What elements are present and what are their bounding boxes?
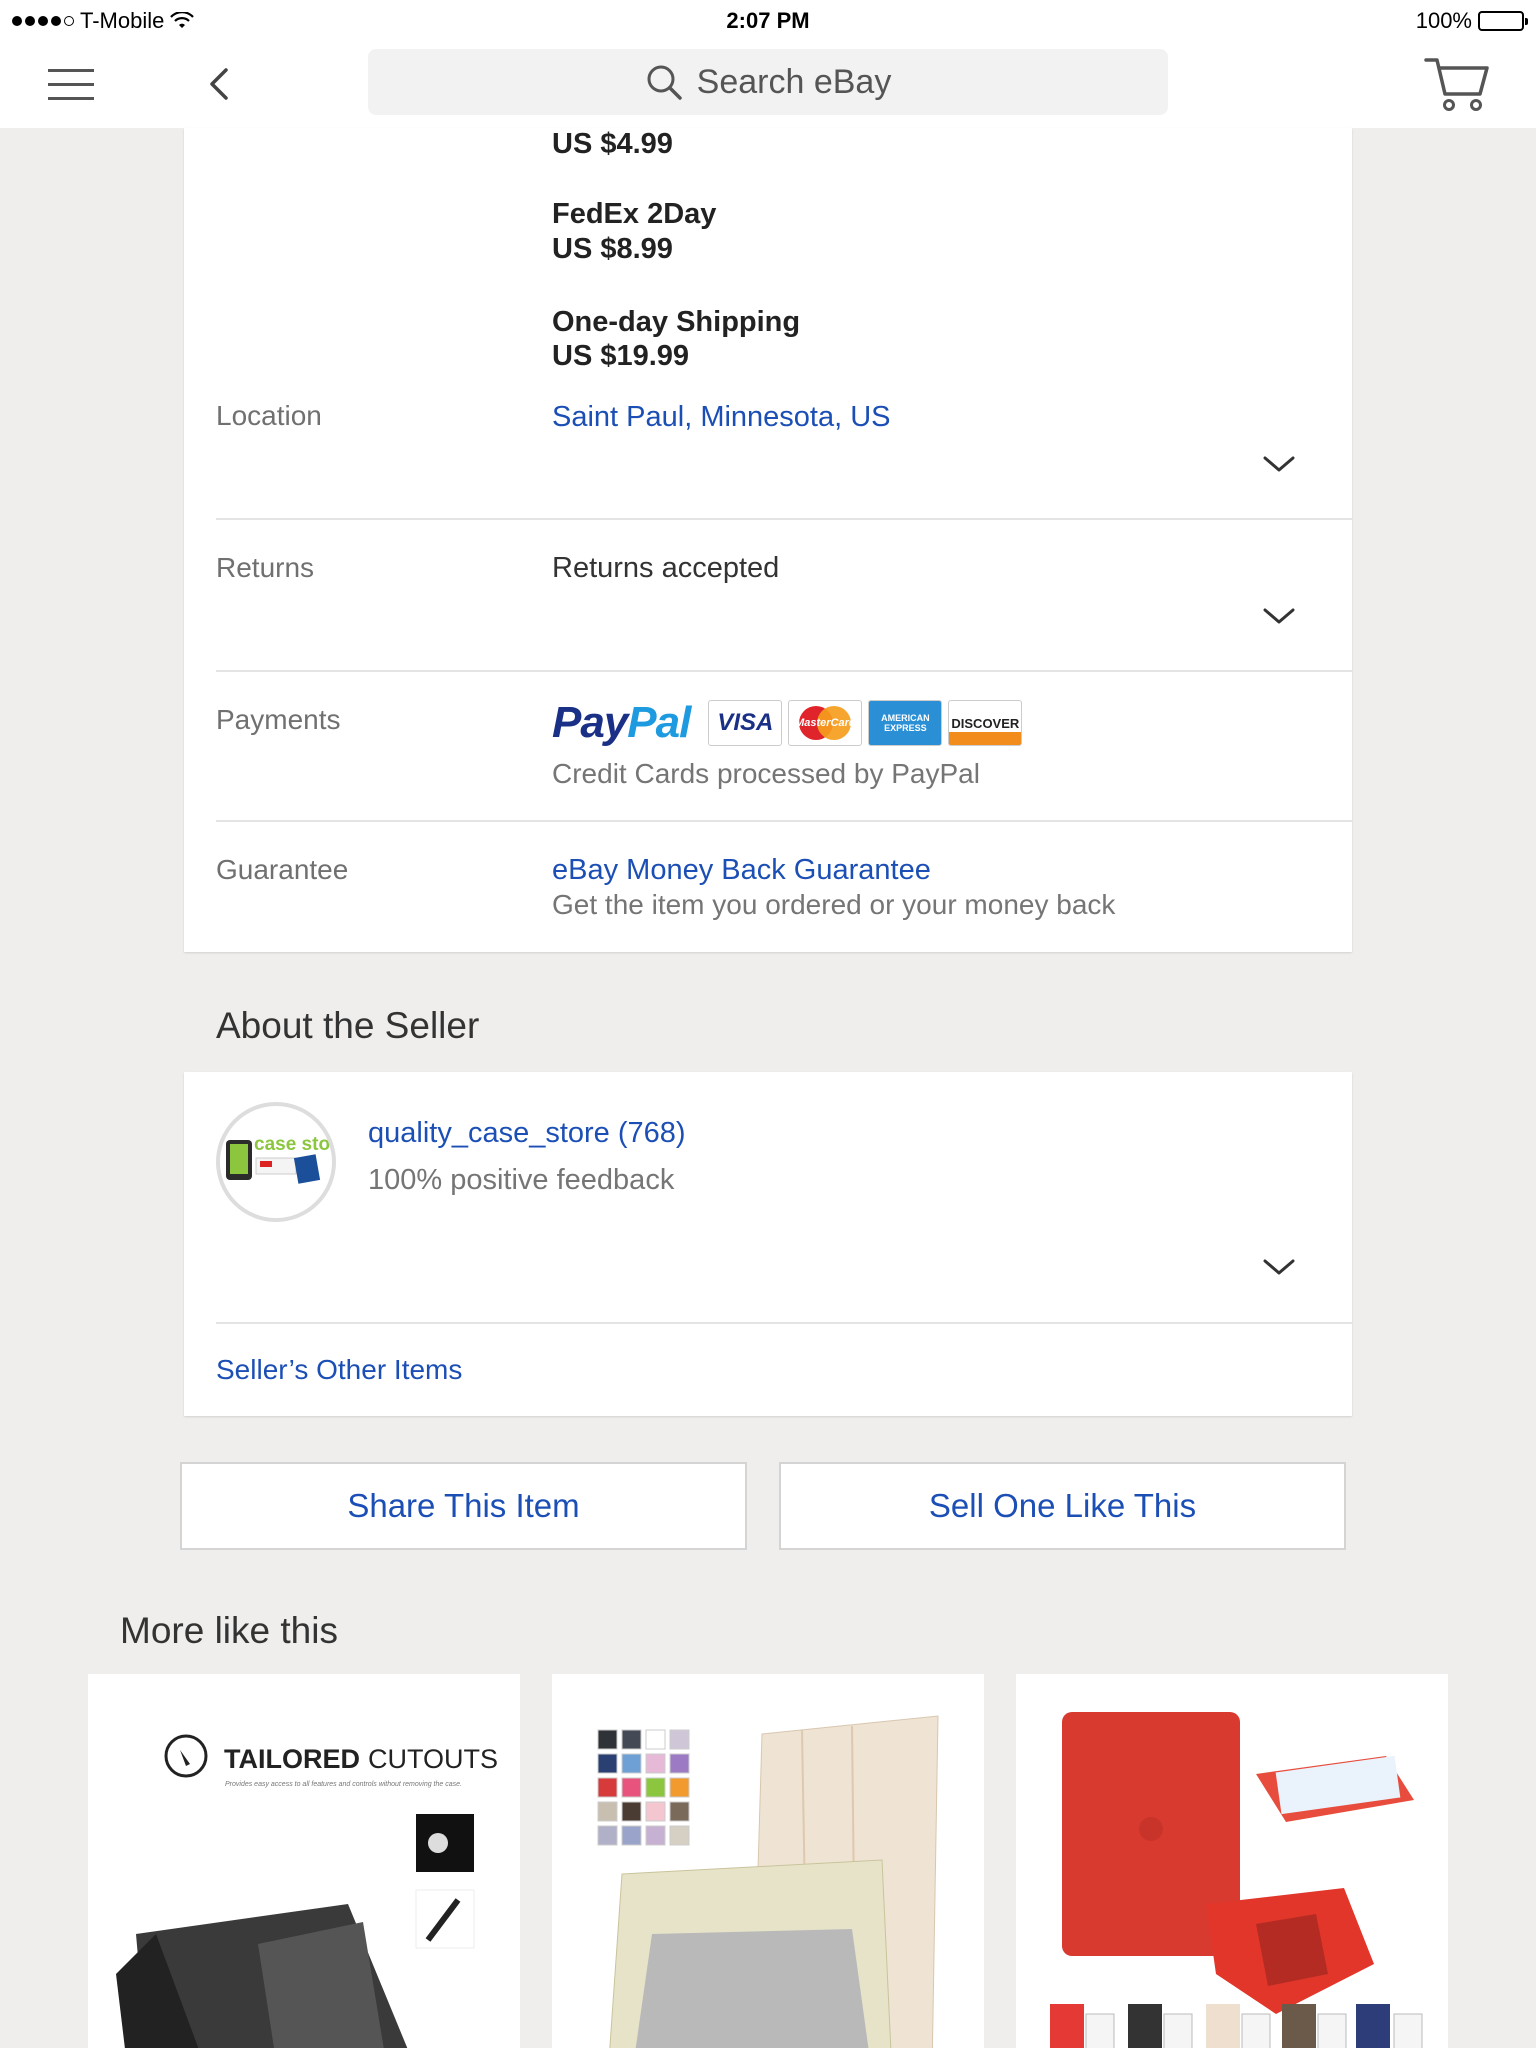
payment-methods: PayPal VISA MasterCard AMERICAN EXPRESS … (552, 698, 1023, 748)
shipping-option-price: US $19.99 (552, 340, 690, 372)
status-bar: T-Mobile 2:07 PM 100% (0, 0, 1536, 40)
battery-icon (1478, 11, 1528, 31)
sell-one-like-this-button[interactable]: Sell One Like This (779, 1462, 1346, 1550)
location-label: Location (216, 400, 322, 431)
similar-item-tile[interactable] (1016, 1674, 1448, 2048)
mastercard-logo: MasterCard (788, 700, 863, 746)
seller-card: case stor quality_case_store (768) 100% … (184, 1072, 1352, 1416)
location-link[interactable]: Saint Paul, Minnesota, US (552, 401, 891, 434)
product-image (1050, 1712, 1423, 2048)
search-icon (647, 65, 682, 100)
status-right: 100% (1415, 8, 1528, 34)
search-placeholder: Search eBay (696, 62, 892, 101)
color-swatch (597, 1753, 618, 1774)
color-swatch (621, 1801, 642, 1822)
color-swatch (621, 1753, 642, 1774)
chevron-down-icon[interactable] (1262, 606, 1296, 626)
color-swatch (645, 1825, 666, 1846)
color-swatch (597, 1729, 618, 1750)
color-swatch (621, 1825, 642, 1846)
seller-feedback: 100% positive feedback (368, 1164, 675, 1196)
payments-note: Credit Cards processed by PayPal (552, 758, 980, 789)
shipping-option-price: US $8.99 (552, 233, 673, 265)
divider (216, 820, 1352, 822)
paypal-logo: PayPal (552, 698, 691, 747)
color-swatch (621, 1729, 642, 1750)
seller-name-link[interactable]: quality_case_store (768) (368, 1117, 686, 1150)
shipping-option-name: FedEx 2Day (552, 198, 717, 230)
color-swatch (645, 1753, 666, 1774)
top-nav-bar: Search eBay (0, 40, 1536, 128)
discover-logo: DISCOVER (948, 700, 1023, 746)
returns-label: Returns (216, 552, 315, 583)
visa-logo: VISA (708, 700, 783, 746)
guarantee-note: Get the item you ordered or your money b… (552, 889, 1116, 920)
clock: 2:07 PM (726, 8, 810, 33)
divider (216, 518, 1352, 520)
color-swatch (597, 1801, 618, 1822)
color-swatch (645, 1801, 666, 1822)
share-item-label: Share This Item (347, 1487, 580, 1524)
color-swatch (645, 1729, 666, 1750)
chevron-down-icon[interactable] (1262, 454, 1296, 474)
seller-avatar[interactable]: case stor (216, 1102, 336, 1222)
product-image: TAILORED CUTOUTS Provides easy access to … (116, 1734, 498, 2048)
svg-text:case stor: case stor (254, 1134, 332, 1155)
shipping-option-name: One-day Shipping (552, 306, 801, 338)
more-like-this-title: More like this (120, 1610, 338, 1651)
store-logo-icon: case stor (226, 1134, 332, 1184)
back-arrow-icon[interactable] (200, 64, 240, 104)
divider (216, 670, 1352, 672)
chevron-down-icon[interactable] (1262, 1257, 1296, 1277)
cart-icon[interactable] (1424, 54, 1490, 114)
payments-label: Payments (216, 704, 341, 735)
share-item-button[interactable]: Share This Item (180, 1462, 747, 1550)
search-input[interactable]: Search eBay (368, 49, 1168, 115)
shipping-option-price: US $4.99 (552, 128, 673, 160)
product-image (597, 1715, 939, 2048)
color-swatch (669, 1825, 690, 1846)
menu-icon[interactable] (48, 69, 94, 101)
color-swatch (621, 1777, 642, 1798)
amex-logo: AMERICAN EXPRESS (868, 700, 943, 746)
color-swatch (669, 1753, 690, 1774)
color-swatch (597, 1777, 618, 1798)
guarantee-label: Guarantee (216, 854, 349, 885)
money-back-guarantee-link[interactable]: eBay Money Back Guarantee (552, 854, 931, 887)
color-swatch (645, 1777, 666, 1798)
svg-text:Provides easy access to all fe: Provides easy access to all features and… (225, 1781, 462, 1788)
divider (216, 1322, 1352, 1324)
sellers-other-items-link[interactable]: Seller’s Other Items (216, 1354, 462, 1386)
returns-value: Returns accepted (552, 552, 780, 584)
about-seller-title: About the Seller (216, 1005, 480, 1046)
color-swatch (669, 1801, 690, 1822)
color-swatch (669, 1729, 690, 1750)
color-swatch (669, 1777, 690, 1798)
svg-text:TAILOREDCUTOUTS: TAILORED CUTOUTS (224, 1744, 498, 1774)
item-details-card: US $4.99 FedEx 2Day US $8.99 One-day Shi… (184, 128, 1352, 952)
sell-one-label: Sell One Like This (928, 1487, 1197, 1524)
color-swatch (597, 1825, 618, 1846)
battery-percent: 100% (1415, 8, 1472, 33)
similar-item-tile[interactable]: TAILORED CUTOUTS Provides easy access to … (88, 1674, 520, 2048)
similar-item-tile[interactable] (552, 1674, 984, 2048)
